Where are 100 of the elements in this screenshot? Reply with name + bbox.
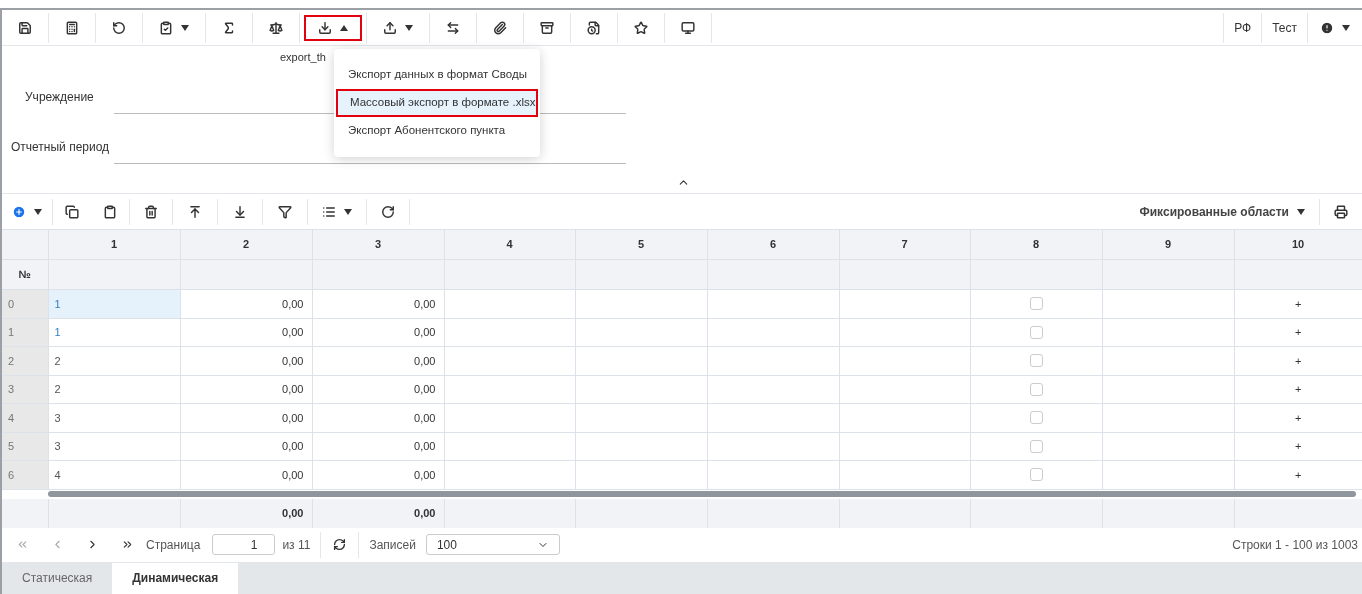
records-label: Записей xyxy=(369,536,416,554)
table-cell[interactable]: 0,00 xyxy=(180,403,312,432)
cell-value: 2 xyxy=(54,383,61,395)
page-count: из 11 xyxy=(282,531,322,558)
scales-icon xyxy=(269,20,283,35)
horizontal-scrollbar[interactable] xyxy=(48,491,1356,497)
form-title: export_th xyxy=(280,50,326,65)
checkbox[interactable] xyxy=(1029,325,1043,339)
column-header: 2 xyxy=(180,229,312,260)
reload-icon[interactable] xyxy=(333,538,347,551)
tab[interactable]: Динамическая xyxy=(112,562,239,594)
checkbox[interactable] xyxy=(1029,297,1043,311)
row-number: 5 xyxy=(2,432,48,461)
cell-value: 3 xyxy=(54,440,61,452)
save-icon xyxy=(18,20,32,35)
field-label: Отчетный период xyxy=(10,139,111,156)
menu-item[interactable]: Экспорт данных в формат Своды xyxy=(336,61,538,89)
calculator-icon xyxy=(65,20,79,35)
paperclip-icon xyxy=(493,20,507,35)
caret-icon xyxy=(344,208,352,215)
checkbox[interactable] xyxy=(1029,382,1043,396)
cell-value: 1 xyxy=(54,326,61,338)
checkbox[interactable] xyxy=(1029,354,1043,368)
table-cell[interactable]: 0,00 xyxy=(180,346,312,375)
copy-icon xyxy=(65,204,79,219)
table-cell[interactable]: 0,00 xyxy=(312,460,444,489)
caret-icon xyxy=(405,24,413,31)
table-cell[interactable]: 0,00 xyxy=(180,432,312,461)
printer-icon xyxy=(1334,204,1348,219)
caret-icon xyxy=(181,24,189,31)
records-dropdown[interactable]: 100 xyxy=(425,534,560,555)
column-header: 1 xyxy=(48,229,180,260)
table-cell[interactable]: 0,00 xyxy=(180,318,312,347)
transfer-icon xyxy=(446,20,460,35)
column-header: 10 xyxy=(1234,229,1362,260)
table-cell[interactable]: 0,00 xyxy=(312,318,444,347)
clipboard-check-icon xyxy=(159,20,173,35)
tab[interactable]: Статическая xyxy=(2,562,113,594)
upload-icon xyxy=(383,20,397,35)
table-cell[interactable]: 2 xyxy=(48,375,180,404)
table-cell[interactable]: 1 xyxy=(48,318,180,347)
undo-icon xyxy=(112,20,126,35)
menu-item[interactable]: Массовый экспорт в формате .xlsx xyxy=(336,89,538,117)
alert-menu-button[interactable] xyxy=(1320,20,1350,35)
refresh-icon xyxy=(381,204,395,219)
row-number: 6 xyxy=(2,460,48,489)
table-cell[interactable]: 0,00 xyxy=(180,460,312,489)
table-cell[interactable]: 1 xyxy=(48,289,180,318)
header-link[interactable]: Тест xyxy=(1272,18,1297,37)
total-cell: 0,00 xyxy=(312,498,444,528)
list-icon xyxy=(322,204,336,219)
row-number: 2 xyxy=(2,346,48,375)
table-cell[interactable]: 0,00 xyxy=(312,289,444,318)
caret-icon xyxy=(34,208,42,215)
star-icon xyxy=(634,20,648,35)
caret-icon xyxy=(1297,208,1305,215)
column-header: 6 xyxy=(707,229,839,260)
column-header: 7 xyxy=(839,229,970,260)
add-icon xyxy=(12,204,26,219)
table-cell[interactable]: 0,00 xyxy=(312,375,444,404)
header-link[interactable]: РФ xyxy=(1234,18,1252,37)
rows-summary: Строки 1 - 100 из 1003 xyxy=(1232,536,1358,554)
document-clock-icon xyxy=(587,20,601,35)
clipboard-icon xyxy=(103,204,117,219)
caret-icon xyxy=(340,24,348,31)
column-header: 9 xyxy=(1102,229,1234,260)
cell-value: 1 xyxy=(54,297,61,310)
last-page-icon[interactable] xyxy=(121,538,134,551)
arrow-down-line-icon xyxy=(233,204,247,219)
table-cell[interactable]: 0,00 xyxy=(180,375,312,404)
table-cell[interactable]: 0,00 xyxy=(312,346,444,375)
cell-value: 4 xyxy=(54,468,61,481)
table-cell[interactable]: 3 xyxy=(48,403,180,432)
row-header: № xyxy=(2,259,48,290)
monitor-icon xyxy=(681,20,695,35)
table-cell[interactable]: 0,00 xyxy=(180,289,312,318)
sigma-icon xyxy=(222,20,236,35)
column-header: 4 xyxy=(444,229,575,260)
table-cell[interactable]: 0,00 xyxy=(312,403,444,432)
download-icon xyxy=(318,20,332,35)
checkbox[interactable] xyxy=(1029,411,1043,425)
table-cell[interactable]: 0,00 xyxy=(312,432,444,461)
page-input[interactable]: 1 xyxy=(212,534,276,555)
fixed-areas-dropdown[interactable]: Фиксированные области xyxy=(1125,198,1320,225)
page-label: Страница xyxy=(146,536,201,554)
row-number: 1 xyxy=(2,318,48,347)
table-cell[interactable]: 4 xyxy=(48,460,180,489)
table-cell[interactable]: 3 xyxy=(48,432,180,461)
export-button[interactable] xyxy=(304,14,362,41)
menu-item[interactable]: Экспорт Абонентского пункта xyxy=(336,117,538,145)
checkbox[interactable] xyxy=(1029,468,1043,482)
field-label: Учреждение xyxy=(24,89,95,106)
row-number: 0 xyxy=(2,289,48,318)
total-cell: 0,00 xyxy=(180,498,312,528)
column-header: 5 xyxy=(575,229,707,260)
caret-icon xyxy=(1342,24,1350,31)
table-cell[interactable]: 2 xyxy=(48,346,180,375)
archive-icon xyxy=(540,20,554,35)
row-number: 3 xyxy=(2,375,48,404)
checkbox[interactable] xyxy=(1029,439,1043,453)
